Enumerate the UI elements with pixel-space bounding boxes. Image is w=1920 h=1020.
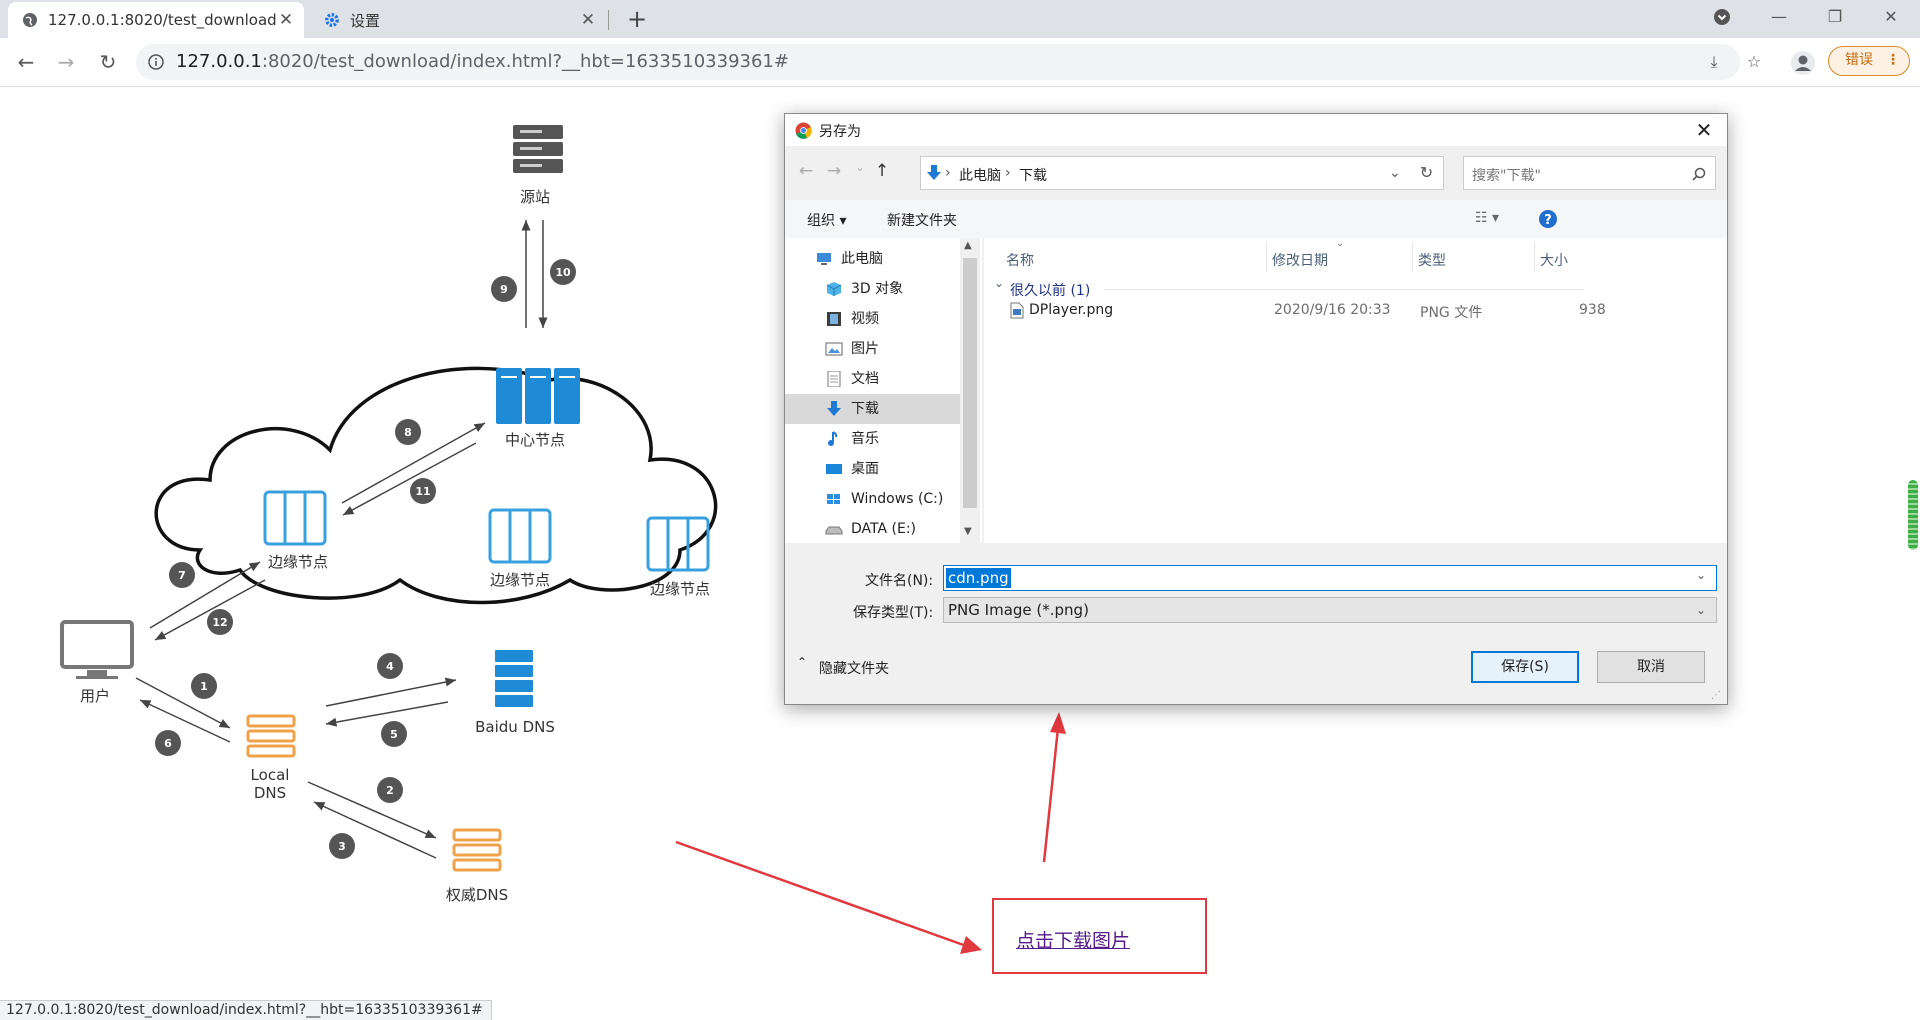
column-header-type[interactable]: 类型	[1418, 250, 1446, 270]
chevron-down-icon[interactable]: ⌄	[1696, 598, 1706, 622]
group-header[interactable]: 很久以前 (1)	[1010, 280, 1090, 300]
column-header-name[interactable]: 名称	[1006, 250, 1034, 270]
windows-drive-icon	[827, 494, 840, 504]
nav-item-label: 文档	[851, 371, 879, 387]
breadcrumb-downloads[interactable]: 下载	[1019, 165, 1047, 185]
column-header-date[interactable]: 修改日期	[1272, 250, 1328, 270]
dialog-title: 另存为	[819, 124, 861, 140]
download-image-link[interactable]: 点击下载图片	[1016, 926, 1130, 953]
nav-item-desktop[interactable]: 桌面	[785, 454, 960, 484]
chevron-down-icon[interactable]: ⌄	[1696, 568, 1706, 582]
file-row[interactable]: DPlayer.png 2020/9/16 20:33 PNG 文件 938	[984, 298, 1704, 324]
nav-item-3d-objects[interactable]: 3D 对象	[785, 274, 960, 304]
nav-item-label: 此电脑	[841, 251, 883, 267]
breadcrumb-separator: ›	[945, 165, 951, 181]
filetype-select[interactable]: PNG Image (*.png) ⌄	[943, 597, 1717, 623]
drive-icon	[825, 526, 843, 535]
picture-icon	[825, 342, 843, 356]
group-divider	[1104, 289, 1584, 290]
nav-scroll-thumb[interactable]	[963, 258, 977, 508]
desktop-icon	[826, 464, 842, 474]
up-icon[interactable]: ↑	[871, 161, 893, 181]
nav-item-drive-e[interactable]: DATA (E:)	[785, 514, 960, 544]
filetype-label: 保存类型(T):	[853, 605, 934, 621]
resize-grip-icon[interactable]: ⋰	[1711, 690, 1721, 701]
nav-item-label: 3D 对象	[851, 281, 904, 297]
download-folder-icon	[927, 165, 941, 180]
nav-item-music[interactable]: 音乐	[785, 424, 960, 454]
nav-item-documents[interactable]: 文档	[785, 364, 960, 394]
column-divider	[1534, 242, 1535, 272]
page-scrollbar-thumb[interactable]	[1908, 480, 1918, 550]
file-name: DPlayer.png	[1029, 302, 1114, 318]
computer-icon	[817, 253, 831, 265]
chevron-up-icon[interactable]: ⌃	[797, 655, 807, 669]
recent-chevron-icon[interactable]: ⌄	[849, 161, 871, 174]
file-date: 2020/9/16 20:33	[1274, 302, 1391, 318]
nav-item-pictures[interactable]: 图片	[785, 334, 960, 364]
cube-icon	[826, 282, 842, 296]
breadcrumb-this-pc[interactable]: 此电脑	[959, 165, 1001, 185]
png-file-icon	[1010, 302, 1024, 319]
search-input[interactable]: 搜索"下载"	[1463, 156, 1716, 190]
close-icon[interactable]: ✕	[1689, 116, 1719, 144]
save-button[interactable]: 保存(S)	[1471, 651, 1579, 683]
file-type: PNG 文件	[1420, 305, 1483, 321]
chrome-icon	[795, 122, 812, 139]
nav-scrollbar[interactable]: ▲ ▼	[960, 238, 980, 543]
video-icon	[827, 312, 841, 326]
view-options-icon[interactable]: ☷ ▾	[1475, 210, 1499, 226]
back-icon[interactable]: ←	[795, 161, 817, 181]
column-header-size[interactable]: 大小	[1540, 250, 1568, 270]
file-list-pane: 名称 修改日期 ⌄ 类型 大小 ⌄ 很久以前 (1) DPlayer.png 2…	[984, 238, 1727, 666]
nav-item-this-pc[interactable]: 此电脑	[785, 244, 960, 274]
refresh-icon[interactable]: ↻	[1410, 156, 1444, 190]
nav-item-videos[interactable]: 视频	[785, 304, 960, 334]
new-folder-button[interactable]: 新建文件夹	[887, 210, 957, 230]
filetype-value: PNG Image (*.png)	[948, 601, 1089, 619]
sort-indicator-icon: ⌄	[1336, 238, 1345, 249]
forward-icon[interactable]: →	[823, 161, 845, 181]
music-icon	[828, 431, 838, 446]
filename-value: cdn.png	[946, 568, 1011, 588]
nav-item-label: 下载	[851, 401, 879, 417]
nav-item-label: Windows (C:)	[851, 491, 944, 507]
search-icon	[1692, 167, 1706, 181]
nav-item-downloads[interactable]: 下载	[785, 394, 960, 424]
breadcrumb-separator: ›	[1005, 165, 1011, 181]
nav-item-label: 桌面	[851, 461, 879, 477]
save-as-dialog: 另存为 ✕ ← → ⌄ ↑ › 此电脑 › 下载 ⌄ ↻ 搜索"下载" 组织 ▾…	[784, 113, 1728, 705]
status-bar: 127.0.0.1:8020/test_download/index.html?…	[0, 1000, 492, 1020]
scroll-up-icon[interactable]: ▲	[964, 240, 972, 251]
nav-item-drive-c[interactable]: Windows (C:)	[785, 484, 960, 514]
svg-text:?: ?	[1544, 213, 1552, 228]
group-chevron-icon[interactable]: ⌄	[994, 276, 1004, 290]
column-divider	[1412, 242, 1413, 272]
filename-input[interactable]: cdn.png ⌄	[943, 565, 1717, 591]
dialog-title-bar	[785, 114, 1727, 146]
nav-item-label: 视频	[851, 311, 879, 327]
document-icon	[827, 371, 841, 387]
nav-item-label: 音乐	[851, 431, 879, 447]
chevron-down-icon[interactable]: ⌄	[1389, 165, 1401, 181]
column-divider	[1266, 242, 1267, 272]
scroll-down-icon[interactable]: ▼	[964, 526, 972, 537]
nav-item-label: DATA (E:)	[851, 521, 917, 537]
hide-folders-button[interactable]: 隐藏文件夹	[819, 658, 889, 678]
nav-item-label: 图片	[851, 341, 879, 357]
navigation-pane: 此电脑 3D 对象 视频 图片 文档 下载 音乐 桌面 Windows (C:)…	[785, 238, 982, 543]
organize-button[interactable]: 组织 ▾	[807, 210, 846, 230]
cancel-button[interactable]: 取消	[1597, 651, 1705, 683]
search-placeholder: 搜索"下载"	[1472, 168, 1541, 184]
file-size: 938	[1579, 302, 1606, 318]
path-bar[interactable]: › 此电脑 › 下载 ⌄	[920, 156, 1411, 190]
help-icon[interactable]: ?	[1538, 209, 1558, 229]
filename-label: 文件名(N):	[865, 573, 934, 589]
download-folder-icon	[827, 401, 841, 416]
command-bar: 组织 ▾ 新建文件夹 ☷ ▾ ?	[785, 200, 1727, 238]
